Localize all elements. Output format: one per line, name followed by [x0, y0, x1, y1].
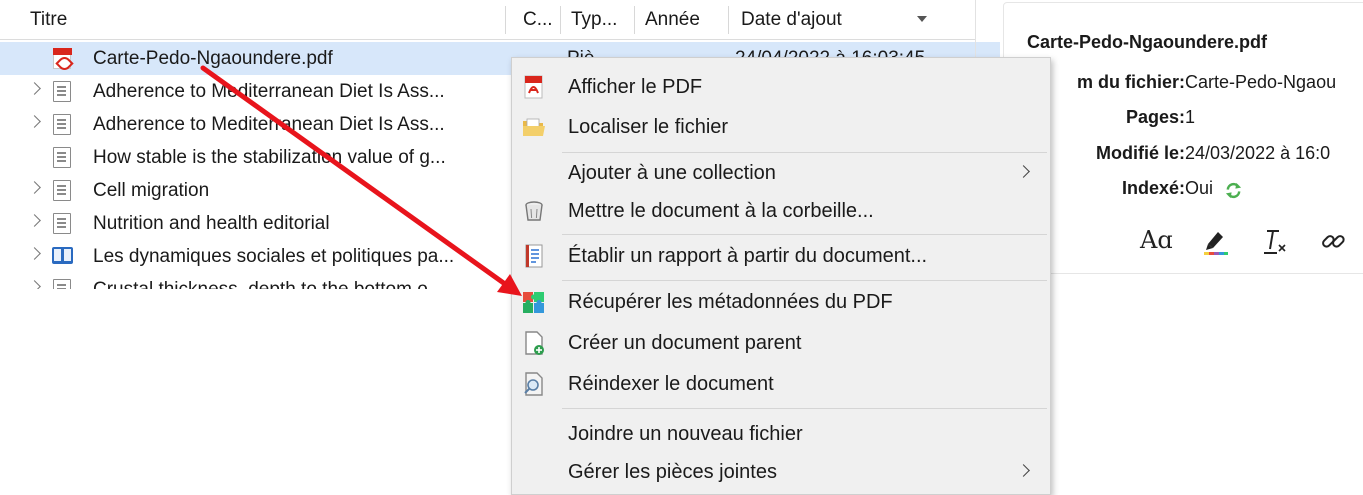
- menu-item-attach-new-file[interactable]: Joindre un nouveau fichier: [512, 414, 1050, 454]
- sort-descending-icon[interactable]: [917, 16, 927, 22]
- column-divider[interactable]: [505, 6, 506, 34]
- filename-label: m du fichier:: [1076, 72, 1185, 92]
- menu-item-move-to-trash[interactable]: Mettre le document à la corbeille...: [512, 191, 1050, 231]
- column-creator-header[interactable]: C...: [523, 0, 559, 40]
- menu-item-label: Établir un rapport à partir du document.…: [568, 245, 928, 267]
- pdf-icon: [524, 75, 543, 99]
- indexed-value: Oui: [1185, 178, 1214, 198]
- link-icon[interactable]: [1318, 226, 1348, 256]
- menu-item-label: Joindre un nouveau fichier: [568, 423, 803, 445]
- highlight-icon[interactable]: [1200, 226, 1230, 256]
- row-title: Les dynamiques sociales et politiques pa…: [93, 246, 455, 267]
- chevron-right-icon[interactable]: [28, 280, 41, 289]
- document-icon: [53, 279, 71, 289]
- new-parent-icon: [525, 331, 544, 355]
- chevron-right-icon: [1017, 464, 1030, 477]
- menu-item-create-report[interactable]: Établir un rapport à partir du document.…: [512, 236, 1050, 276]
- document-icon: [53, 213, 71, 234]
- chevron-right-icon: [1017, 165, 1030, 178]
- reindex-icon: [524, 372, 543, 396]
- menu-item-manage-attachments[interactable]: Gérer les pièces jointes: [512, 452, 1050, 492]
- pdf-icon: [53, 48, 72, 69]
- pages-value: 1: [1185, 107, 1196, 127]
- menu-item-label: Gérer les pièces jointes: [568, 461, 777, 483]
- menu-item-label: Réindexer le document: [568, 373, 774, 395]
- row-title: Crustal thickness, depth to the bottom o…: [93, 273, 493, 289]
- modified-value: 24/03/2022 à 16:0: [1185, 143, 1331, 163]
- document-icon: [53, 180, 71, 201]
- modified-label: Modifié le:: [1096, 143, 1185, 163]
- menu-item-retrieve-pdf-metadata[interactable]: Récupérer les métadonnées du PDF: [512, 282, 1050, 322]
- book-icon: [52, 247, 73, 264]
- menu-item-locate-file[interactable]: Localiser le fichier: [512, 107, 1050, 147]
- menu-item-create-parent[interactable]: Créer un document parent: [512, 323, 1050, 363]
- attachment-title[interactable]: Carte-Pedo-Ngaoundere.pdf: [1027, 32, 1267, 53]
- row-title: Carte-Pedo-Ngaoundere.pdf: [93, 48, 333, 69]
- document-icon: [53, 147, 71, 168]
- attachment-info-pane: Carte-Pedo-Ngaoundere.pdf m du fichier: …: [1000, 0, 1363, 275]
- indexed-label: Indexé:: [1121, 178, 1185, 198]
- font-icon[interactable]: Aɑ: [1140, 226, 1173, 254]
- menu-item-label: Mettre le document à la corbeille...: [568, 200, 874, 222]
- document-icon: [53, 114, 71, 135]
- column-year-header[interactable]: Année: [645, 0, 715, 40]
- indexed-row: Indexé: Oui: [1000, 178, 1363, 204]
- reindex-sync-icon[interactable]: [1224, 181, 1243, 200]
- menu-item-label: Localiser le fichier: [568, 116, 729, 138]
- filename-value[interactable]: Carte-Pedo-Ngaou: [1185, 72, 1336, 93]
- chevron-right-icon[interactable]: [28, 247, 41, 260]
- trash-icon: [525, 201, 543, 221]
- pages-row: Pages: 1: [1000, 107, 1363, 133]
- document-icon: [53, 81, 71, 102]
- chevron-right-icon[interactable]: [28, 82, 41, 95]
- column-date-added-header[interactable]: Date d'ajout: [741, 0, 891, 40]
- chevron-right-icon[interactable]: [28, 115, 41, 128]
- puzzle-icon: [523, 292, 544, 313]
- column-divider[interactable]: [634, 6, 635, 34]
- menu-item-label: Ajouter à une collection: [568, 162, 776, 184]
- row-title: Cell migration: [93, 180, 210, 201]
- pages-label: Pages:: [1125, 107, 1185, 127]
- filename-row: m du fichier: Carte-Pedo-Ngaou: [1000, 72, 1363, 98]
- column-header-bar: Titre C... Typ... Année Date d'ajout: [0, 0, 975, 40]
- chevron-right-icon[interactable]: [28, 214, 41, 227]
- row-title: Nutrition and health editorial: [93, 213, 330, 234]
- menu-item-label: Récupérer les métadonnées du PDF: [568, 291, 893, 313]
- column-divider[interactable]: [728, 6, 729, 34]
- folder-icon: [523, 118, 545, 136]
- row-title: How stable is the stabilization value of…: [93, 147, 446, 168]
- clear-format-icon[interactable]: [1262, 228, 1288, 256]
- row-title: Adherence to Mediterranean Diet Is Ass..…: [93, 81, 445, 102]
- column-title-header[interactable]: Titre: [30, 0, 490, 40]
- menu-item-add-to-collection[interactable]: Ajouter à une collection: [512, 153, 1050, 193]
- menu-separator: [562, 280, 1047, 281]
- menu-item-label: Créer un document parent: [568, 332, 802, 354]
- menu-separator: [562, 234, 1047, 235]
- report-icon: [525, 244, 543, 268]
- column-type-header[interactable]: Typ...: [571, 0, 629, 40]
- modified-row: Modifié le: 24/03/2022 à 16:0: [1000, 143, 1363, 169]
- column-divider[interactable]: [560, 6, 561, 34]
- menu-item-reindex[interactable]: Réindexer le document: [512, 364, 1050, 404]
- row-title: Adherence to Mediterranean Diet Is Ass..…: [93, 114, 445, 135]
- menu-item-label: Afficher le PDF: [568, 76, 703, 98]
- menu-separator: [562, 408, 1047, 409]
- menu-item-show-pdf[interactable]: Afficher le PDF: [512, 67, 1050, 107]
- chevron-right-icon[interactable]: [28, 181, 41, 194]
- context-menu: Afficher le PDF Localiser le fichier Ajo…: [511, 57, 1051, 495]
